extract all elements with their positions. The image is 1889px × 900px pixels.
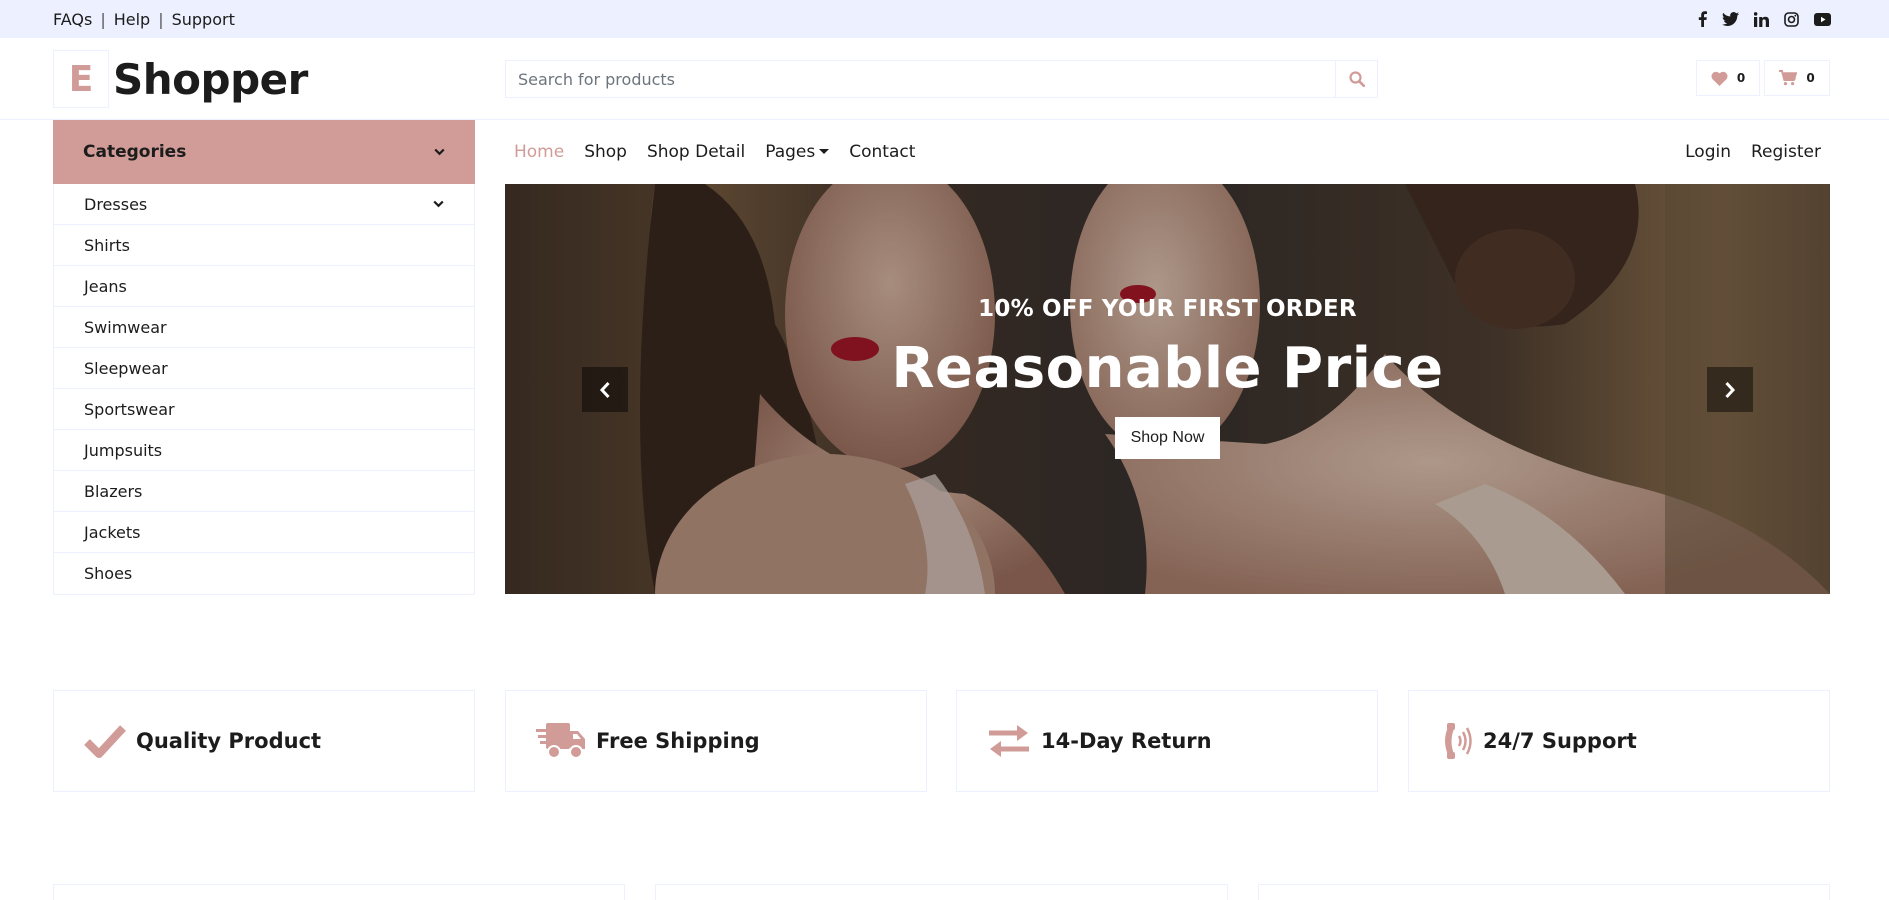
categories-title: Categories (83, 142, 187, 162)
category-label: Swimwear (84, 317, 167, 337)
search-icon (1348, 71, 1365, 87)
shipping-truck-icon (536, 721, 586, 761)
chevron-down-icon (433, 200, 444, 208)
carousel-next-button[interactable] (1707, 367, 1753, 412)
nav-item-shop[interactable]: Shop (584, 142, 627, 162)
category-label: Blazers (84, 481, 143, 501)
category-label: Shirts (84, 235, 130, 255)
check-icon (84, 723, 126, 759)
search-button[interactable] (1335, 61, 1377, 97)
category-item-shoes[interactable]: Shoes (54, 553, 474, 594)
nav-item-home[interactable]: Home (514, 142, 564, 162)
feature-label: 14-Day Return (1041, 729, 1212, 753)
youtube-icon[interactable] (1814, 12, 1831, 26)
offer-card (1258, 884, 1830, 900)
category-item-sleepwear[interactable]: Sleepwear (54, 348, 474, 389)
social-links (1698, 0, 1831, 38)
heart-icon (1711, 71, 1728, 86)
linkedin-icon[interactable] (1754, 11, 1769, 27)
feature-label: 24/7 Support (1483, 729, 1637, 753)
logo-text: Shopper (113, 54, 308, 104)
category-item-sportswear[interactable]: Sportswear (54, 389, 474, 430)
main-nav: Home Shop Shop Detail Pages Contact Logi… (505, 120, 1830, 184)
instagram-icon[interactable] (1784, 11, 1799, 27)
separator: | (158, 9, 164, 29)
exchange-arrows-icon (987, 723, 1031, 759)
search-input[interactable] (506, 61, 1335, 97)
category-label: Sleepwear (84, 358, 168, 378)
chevron-left-icon (599, 381, 610, 398)
category-item-dresses[interactable]: Dresses (54, 184, 474, 225)
shop-now-button[interactable]: Shop Now (1114, 417, 1221, 459)
header: E Shopper 0 0 (0, 38, 1889, 120)
cart-icon (1779, 70, 1798, 86)
category-item-swimwear[interactable]: Swimwear (54, 307, 474, 348)
search-bar (505, 60, 1378, 98)
support-link[interactable]: Support (172, 10, 235, 29)
category-item-jumpsuits[interactable]: Jumpsuits (54, 430, 474, 471)
category-label: Jackets (84, 522, 141, 542)
hero-title: Reasonable Price (891, 336, 1444, 401)
help-link[interactable]: Help (114, 10, 150, 29)
top-bar: FAQs | Help | Support (0, 0, 1889, 38)
feature-free-shipping: Free Shipping (505, 690, 927, 792)
chevron-right-icon (1725, 381, 1736, 398)
category-label: Jumpsuits (84, 440, 163, 460)
categories-list: Dresses Shirts Jeans Swimwear Sleepwear … (53, 184, 475, 595)
register-link[interactable]: Register (1751, 142, 1821, 162)
chevron-down-icon (434, 148, 445, 156)
hero-subtitle: 10% OFF YOUR FIRST ORDER (978, 296, 1357, 322)
twitter-icon[interactable] (1722, 12, 1739, 26)
top-links: FAQs | Help | Support (53, 0, 235, 38)
category-item-shirts[interactable]: Shirts (54, 225, 474, 266)
category-label: Jeans (84, 276, 127, 296)
categories-toggle[interactable]: Categories (53, 120, 475, 184)
logo[interactable]: E Shopper (53, 50, 308, 108)
hero-carousel: 10% OFF YOUR FIRST ORDER Reasonable Pric… (505, 184, 1830, 594)
nav-item-contact[interactable]: Contact (849, 142, 915, 162)
category-label: Shoes (84, 564, 133, 583)
category-item-jackets[interactable]: Jackets (54, 512, 474, 553)
feature-14-day-return: 14-Day Return (956, 690, 1378, 792)
category-item-blazers[interactable]: Blazers (54, 471, 474, 512)
nav-item-pages[interactable]: Pages (765, 142, 830, 162)
category-label: Sportswear (84, 399, 175, 419)
carousel-prev-button[interactable] (582, 367, 628, 412)
caret-down-icon (819, 149, 830, 154)
feature-24-7-support: 24/7 Support (1408, 690, 1830, 792)
hero-caption: 10% OFF YOUR FIRST ORDER Reasonable Pric… (505, 184, 1830, 594)
wishlist-button[interactable]: 0 (1696, 60, 1760, 96)
phone-volume-icon (1439, 721, 1473, 761)
offer-card (655, 884, 1228, 900)
feature-label: Quality Product (136, 729, 322, 753)
offer-card (53, 884, 625, 900)
account-links: Login Register (1685, 142, 1821, 162)
nav-item-shop-detail[interactable]: Shop Detail (647, 142, 745, 162)
feature-quality-product: Quality Product (53, 690, 475, 792)
nav-links: Home Shop Shop Detail Pages Contact (514, 142, 915, 162)
nav-pages-label: Pages (765, 142, 816, 162)
category-label: Dresses (84, 194, 148, 214)
wishlist-count: 0 (1736, 71, 1746, 85)
cart-button[interactable]: 0 (1764, 60, 1830, 96)
login-link[interactable]: Login (1685, 142, 1731, 162)
feature-label: Free Shipping (596, 729, 760, 753)
logo-letter: E (53, 50, 109, 108)
cart-count: 0 (1806, 71, 1815, 85)
facebook-icon[interactable] (1698, 11, 1707, 27)
separator: | (100, 9, 106, 29)
faqs-link[interactable]: FAQs (53, 10, 92, 29)
category-item-jeans[interactable]: Jeans (54, 266, 474, 307)
